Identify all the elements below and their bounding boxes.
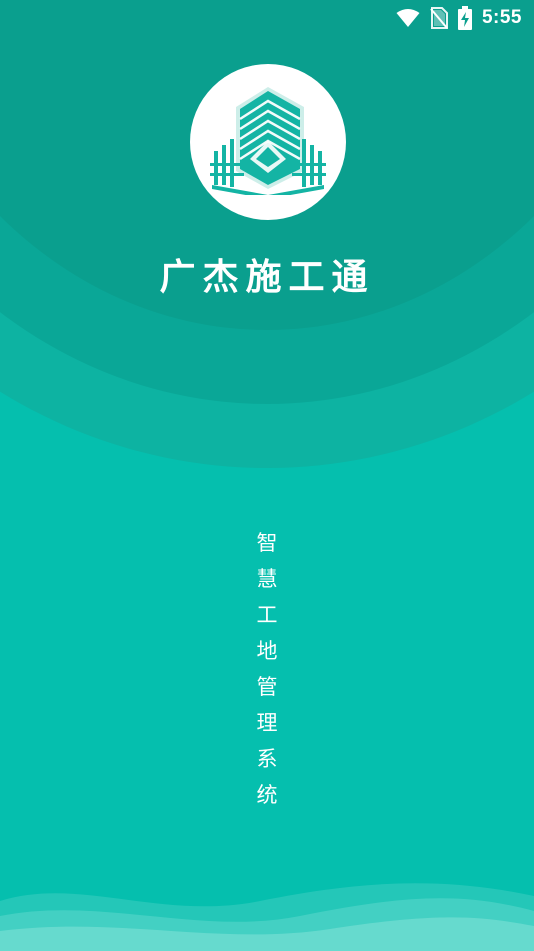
battery-charging-icon	[457, 6, 472, 30]
splash-screen: 5:55 广杰施工通 智 慧 工 地 管 理 系 统	[0, 0, 534, 951]
no-sim-icon	[430, 7, 448, 29]
tagline-char: 统	[256, 783, 278, 807]
tagline-char: 工	[256, 603, 278, 627]
app-logo	[190, 64, 346, 220]
building-icon	[206, 85, 330, 199]
status-time: 5:55	[481, 7, 522, 28]
status-bar: 5:55	[0, 0, 534, 36]
tagline-char: 智	[256, 531, 278, 555]
tagline-char: 管	[256, 675, 278, 699]
tagline-char: 慧	[256, 567, 278, 591]
tagline-char: 系	[256, 747, 278, 771]
tagline-vertical: 智 慧 工 地 管 理 系 统	[250, 525, 284, 813]
wifi-icon	[396, 8, 420, 28]
app-name: 广杰施工通	[159, 257, 375, 298]
tagline-char: 理	[256, 711, 278, 735]
bottom-waves	[0, 883, 534, 951]
tagline-char: 地	[256, 639, 278, 663]
